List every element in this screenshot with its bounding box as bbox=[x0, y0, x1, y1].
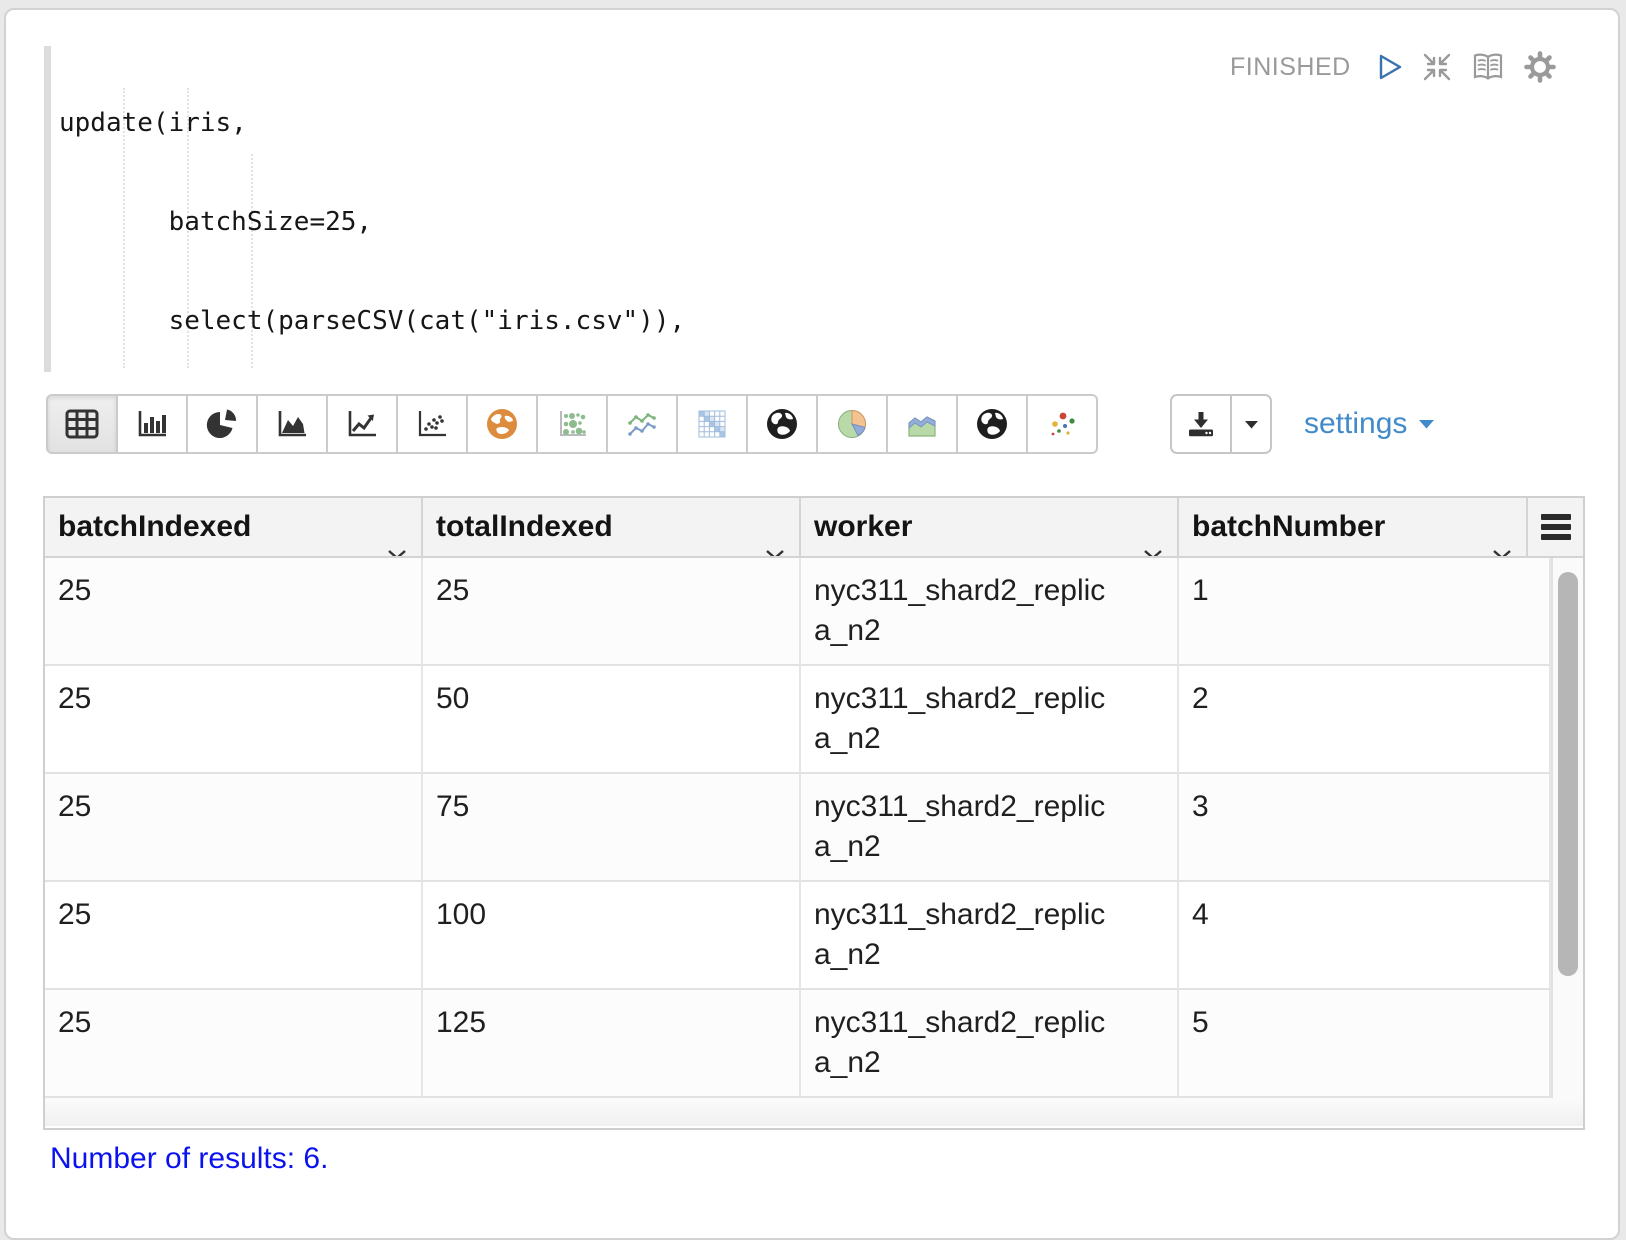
chart-type-area-button[interactable] bbox=[256, 394, 328, 454]
results-table: batchIndexed totalIndexed worker batchNu… bbox=[43, 496, 1585, 1130]
chevron-down-icon[interactable] bbox=[1143, 522, 1163, 556]
cell-worker: nyc311_shard2_replica_n2 bbox=[801, 666, 1179, 774]
gear-icon[interactable] bbox=[1523, 50, 1557, 84]
cell-worker: nyc311_shard2_replica_n2 bbox=[801, 882, 1179, 990]
heatmap-icon bbox=[697, 409, 727, 439]
cell-batchNumber: 3 bbox=[1179, 774, 1551, 882]
editor-gutter-bar bbox=[44, 46, 51, 372]
code-line: batchSize=25, bbox=[59, 206, 763, 239]
chart-type-scatter-button[interactable] bbox=[396, 394, 468, 454]
world-map-icon bbox=[485, 407, 519, 441]
hamburger-menu-icon bbox=[1541, 510, 1571, 544]
chart-type-bubble-button[interactable] bbox=[536, 394, 608, 454]
bubble-chart-icon bbox=[556, 409, 588, 439]
table-footer-strip bbox=[45, 1098, 1583, 1126]
download-button[interactable] bbox=[1170, 394, 1232, 454]
chart-type-line-button[interactable] bbox=[326, 394, 398, 454]
chart-type-multi-line-button[interactable] bbox=[606, 394, 678, 454]
chart-type-heatmap-button[interactable] bbox=[676, 394, 748, 454]
cell-totalIndexed: 125 bbox=[423, 990, 801, 1098]
table-row: 25 100 nyc311_shard2_replica_n2 4 bbox=[45, 882, 1583, 990]
line-chart-icon bbox=[346, 409, 378, 439]
cell-totalIndexed: 100 bbox=[423, 882, 801, 990]
vertical-scrollbar[interactable] bbox=[1551, 558, 1583, 1098]
download-split-button bbox=[1170, 394, 1272, 454]
table-header-row: batchIndexed totalIndexed worker batchNu… bbox=[45, 498, 1583, 558]
cell-batchIndexed: 25 bbox=[45, 666, 423, 774]
chart-type-globe-button[interactable] bbox=[746, 394, 818, 454]
stream-chart-icon bbox=[906, 409, 938, 439]
cell-batchIndexed: 25 bbox=[45, 558, 423, 666]
status-badge: FINISHED bbox=[1230, 53, 1351, 82]
cell-worker: nyc311_shard2_replica_n2 bbox=[801, 990, 1179, 1098]
column-header-label: batchIndexed bbox=[58, 510, 251, 543]
caret-down-icon bbox=[1244, 420, 1259, 429]
column-header-label: totalIndexed bbox=[436, 510, 613, 543]
table-row: 25 25 nyc311_shard2_replica_n2 1 bbox=[45, 558, 1583, 666]
table-row: 25 50 nyc311_shard2_replica_n2 2 bbox=[45, 666, 1583, 774]
code-line: update(iris, bbox=[59, 107, 763, 140]
cell-batchNumber: 2 bbox=[1179, 666, 1551, 774]
chart-type-bar-button[interactable] bbox=[116, 394, 188, 454]
download-icon bbox=[1184, 409, 1218, 439]
cell-batchNumber: 4 bbox=[1179, 882, 1551, 990]
cell-totalIndexed: 75 bbox=[423, 774, 801, 882]
caret-down-icon bbox=[1418, 419, 1435, 429]
table-body: 25 25 nyc311_shard2_replica_n2 1 25 50 n… bbox=[45, 558, 1583, 1098]
chart-type-toolbar bbox=[46, 394, 1098, 454]
chart-type-globe-2-button[interactable] bbox=[956, 394, 1028, 454]
settings-label: settings bbox=[1304, 407, 1407, 441]
code-line: select(parseCSV(cat("iris.csv")), bbox=[59, 305, 763, 338]
chart-type-stream-button[interactable] bbox=[886, 394, 958, 454]
column-header-totalIndexed[interactable]: totalIndexed bbox=[423, 498, 801, 556]
cell-totalIndexed: 50 bbox=[423, 666, 801, 774]
chart-type-table-button[interactable] bbox=[46, 394, 118, 454]
column-header-worker[interactable]: worker bbox=[801, 498, 1179, 556]
chart-type-pie-button[interactable] bbox=[186, 394, 258, 454]
cell-batchIndexed: 25 bbox=[45, 882, 423, 990]
paragraph-card: update(iris, batchSize=25, select(parseC… bbox=[4, 8, 1620, 1240]
colored-scatter-chart-icon bbox=[1046, 409, 1078, 439]
results-count-text: Number of results: 6. bbox=[50, 1142, 328, 1176]
globe-icon bbox=[975, 407, 1009, 441]
globe-icon bbox=[765, 407, 799, 441]
table-icon bbox=[65, 409, 99, 439]
chart-type-colored-scatter-button[interactable] bbox=[1026, 394, 1098, 454]
column-header-batchNumber[interactable]: batchNumber bbox=[1179, 498, 1528, 556]
cell-batchIndexed: 25 bbox=[45, 774, 423, 882]
cell-batchNumber: 1 bbox=[1179, 558, 1551, 666]
cell-batchNumber: 5 bbox=[1179, 990, 1551, 1098]
column-header-batchIndexed[interactable]: batchIndexed bbox=[45, 498, 423, 556]
cell-batchIndexed: 25 bbox=[45, 990, 423, 1098]
bar-chart-icon bbox=[136, 409, 168, 439]
table-row: 25 75 nyc311_shard2_replica_n2 3 bbox=[45, 774, 1583, 882]
play-icon[interactable] bbox=[1374, 52, 1404, 82]
grid-menu-button[interactable] bbox=[1528, 498, 1583, 556]
area-chart-icon bbox=[276, 409, 308, 439]
download-options-button[interactable] bbox=[1230, 394, 1272, 454]
scatter-chart-icon bbox=[416, 409, 448, 439]
chevron-down-icon[interactable] bbox=[1492, 522, 1512, 556]
paragraph-controls: FINISHED bbox=[1230, 48, 1557, 86]
chevron-down-icon[interactable] bbox=[765, 522, 785, 556]
column-header-label: worker bbox=[814, 510, 912, 543]
chevron-down-icon[interactable] bbox=[387, 522, 407, 556]
column-header-label: batchNumber bbox=[1192, 510, 1385, 543]
table-row: 25 125 nyc311_shard2_replica_n2 5 bbox=[45, 990, 1583, 1098]
chart-type-world-map-button[interactable] bbox=[466, 394, 538, 454]
cell-worker: nyc311_shard2_replica_n2 bbox=[801, 558, 1179, 666]
settings-dropdown[interactable]: settings bbox=[1304, 394, 1435, 454]
multi-line-chart-icon bbox=[626, 409, 658, 439]
chart-type-colored-pie-button[interactable] bbox=[816, 394, 888, 454]
scrollbar-thumb[interactable] bbox=[1558, 572, 1578, 976]
pie-chart-icon bbox=[206, 408, 238, 440]
cell-worker: nyc311_shard2_replica_n2 bbox=[801, 774, 1179, 882]
compress-icon[interactable] bbox=[1421, 51, 1453, 83]
colored-pie-chart-icon bbox=[836, 408, 868, 440]
book-icon[interactable] bbox=[1470, 51, 1506, 83]
cell-totalIndexed: 25 bbox=[423, 558, 801, 666]
